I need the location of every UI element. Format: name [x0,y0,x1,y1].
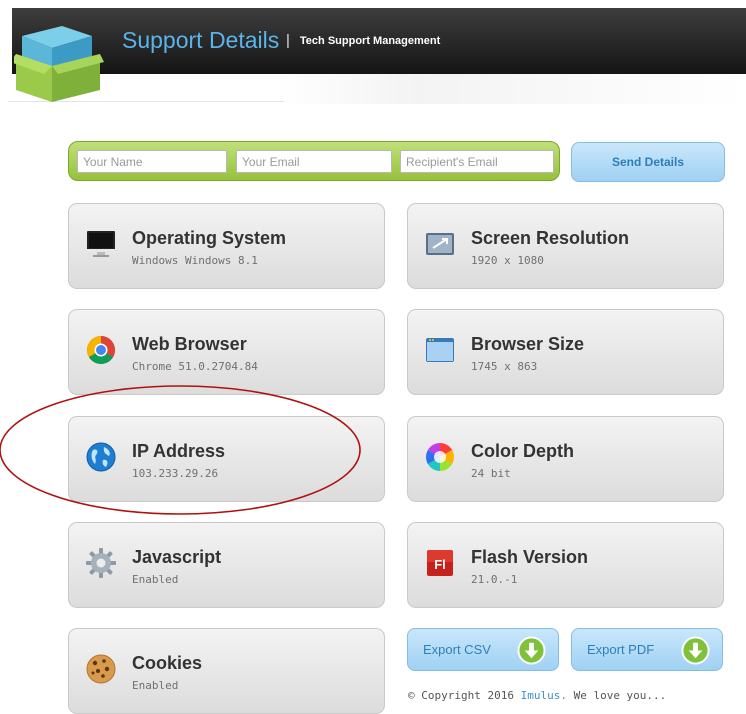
header-fade [12,74,746,104]
browser-window-icon [426,338,454,362]
card-title: Cookies [132,653,203,673]
card-value: 1745 x 863 [471,360,538,373]
send-details-form [68,141,560,181]
card-title: Browser Size [471,334,585,354]
app-subtitle: Tech Support Management [299,34,441,47]
card-browser-size: Browser Size 1745 x 863 [407,309,724,395]
card-title: Color Depth [471,441,574,461]
color-wheel-icon [426,443,454,471]
card-javascript: Javascript Enabled [68,522,385,608]
monitor-icon [87,231,115,257]
export-pdf-button[interactable]: Export PDF [571,628,723,671]
card-ip-address: IP Address 103.233.29.26 [68,416,385,502]
name-input[interactable] [77,150,227,173]
footer-copyright: © Copyright 2016 Imulus. We love you... [408,689,666,702]
svg-text:Fl: Fl [434,557,446,572]
cookie-icon [86,654,116,684]
imulus-link[interactable]: Imulus. [521,689,567,702]
card-cookies: Cookies Enabled [68,628,385,714]
download-icon [681,636,710,665]
gear-icon [86,548,116,578]
send-details-button[interactable]: Send Details [571,142,725,182]
flash-icon: Fl [427,550,453,576]
recipient-email-input[interactable] [400,150,554,173]
app-title: Support Details [122,27,280,53]
card-flash-version: Fl Flash Version 21.0.-1 [407,522,724,608]
card-color-depth: Color Depth 24 bit [407,416,724,502]
card-value: 24 bit [471,467,511,480]
card-title: Screen Resolution [471,228,630,248]
box-logo-icon [14,26,104,102]
card-value: 103.233.29.26 [132,467,219,480]
card-screen-resolution: Screen Resolution 1920 x 1080 [407,203,724,289]
export-csv-label: Export CSV [423,642,491,657]
email-input[interactable] [236,150,392,173]
card-value: Chrome 51.0.2704.84 [132,360,258,373]
card-value: 21.0.-1 [471,573,518,586]
card-value: Enabled [132,679,179,692]
copyright-text: © Copyright 2016 [408,689,514,702]
export-csv-button[interactable]: Export CSV [407,628,559,671]
globe-icon [86,442,116,472]
card-value: 1920 x 1080 [471,254,544,267]
card-title: Javascript [132,547,222,567]
card-operating-system: Operating System Windows Windows 8.1 [68,203,385,289]
card-value: Windows Windows 8.1 [132,254,258,267]
copyright-suffix: We love you... [573,689,667,702]
screen-resolution-icon [426,233,454,255]
card-web-browser: Web Browser Chrome 51.0.2704.84 [68,309,385,395]
header-subtitle-group: | Tech Support Management [286,32,440,49]
chrome-icon [87,336,115,364]
export-pdf-label: Export PDF [587,642,655,657]
download-icon [517,636,546,665]
card-title: Operating System [132,228,287,248]
card-title: Web Browser [132,334,247,354]
card-title: Flash Version [471,547,589,567]
card-title: IP Address [132,441,226,461]
title-separator: | [286,32,290,49]
card-value: Enabled [132,573,179,586]
